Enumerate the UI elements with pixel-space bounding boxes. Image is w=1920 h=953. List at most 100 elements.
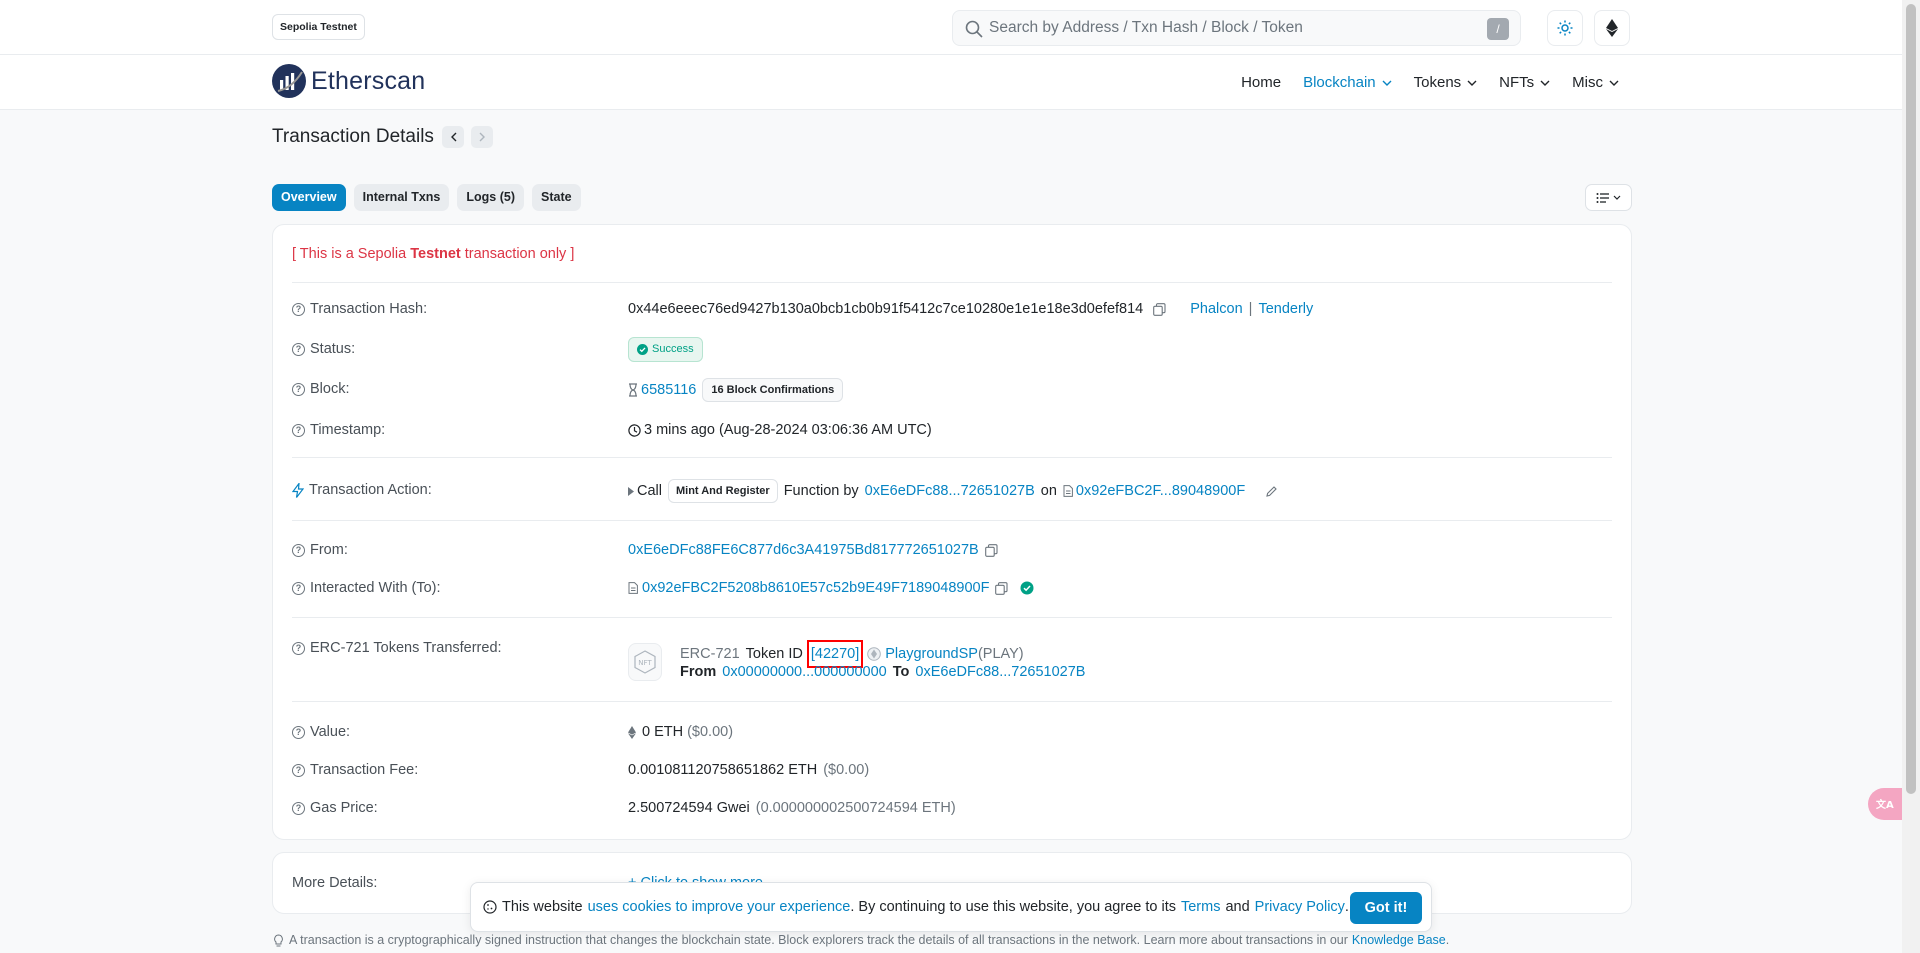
tenderly-link[interactable]: Tenderly — [1258, 301, 1313, 317]
logo-text: Etherscan — [311, 66, 426, 95]
cookie-text: This website uses cookies to improve you… — [483, 899, 1349, 915]
from-address-link[interactable]: 0xE6eDFc88FE6C877d6c3A41975Bd81777265102… — [628, 542, 979, 558]
transfer-to-link[interactable]: 0xE6eDFc88...72651027B — [915, 664, 1085, 680]
search-box[interactable]: / — [952, 10, 1521, 46]
block-link[interactable]: 6585116 — [641, 382, 696, 398]
transfer-from-link[interactable]: 0x00000000...000000000 — [722, 664, 887, 680]
help-icon: ? — [292, 801, 305, 815]
more-details-label: More Details: — [292, 875, 378, 891]
tx-hash-value: 0x44e6eeec76ed9427b130a0bcb1cb0b91f5412c… — [628, 301, 1313, 317]
help-icon: ? — [292, 543, 305, 557]
tab-internal-txns[interactable]: Internal Txns — [353, 184, 450, 211]
nav-item-home[interactable]: Home — [1241, 74, 1281, 91]
nft-transfer-line2: From 0x00000000...000000000 To 0xE6eDFc8… — [680, 664, 1086, 680]
copy-icon[interactable] — [995, 581, 1009, 595]
erc721-label: ? ERC-721 Tokens Transferred: — [292, 640, 502, 656]
ethereum-icon — [1606, 19, 1618, 37]
help-icon: ? — [292, 641, 305, 655]
etherscan-logo[interactable]: Etherscan — [272, 64, 425, 98]
next-transaction-button[interactable] — [471, 126, 493, 148]
confirmations-badge: 16 Block Confirmations — [702, 378, 844, 402]
cookie-policy-link[interactable]: uses cookies to improve your experience — [588, 899, 851, 915]
search-input[interactable] — [989, 11, 1449, 45]
block-label: ? Block: — [292, 381, 350, 397]
chevron-down-icon — [1613, 195, 1621, 200]
tx-hash: 0x44e6eeec76ed9427b130a0bcb1cb0b91f5412c… — [628, 301, 1144, 317]
divider — [292, 701, 1612, 702]
nav-item-nfts[interactable]: NFTs — [1499, 74, 1550, 91]
tab-overview[interactable]: Overview — [272, 184, 346, 211]
contract-file-icon — [628, 582, 638, 594]
svg-text:文A: 文A — [1876, 798, 1894, 811]
nav-item-blockchain[interactable]: Blockchain — [1303, 74, 1392, 91]
check-circle-icon — [637, 344, 648, 355]
gas-price-value: 2.500724594 Gwei (0.000000002500724594 E… — [628, 800, 956, 816]
divider — [292, 617, 1612, 618]
network-switch-button[interactable] — [1594, 10, 1630, 46]
nav-item-misc[interactable]: Misc — [1572, 74, 1619, 91]
knowledge-base-link[interactable]: Knowledge Base — [1352, 933, 1446, 947]
copy-icon[interactable] — [984, 543, 998, 557]
token-name-link[interactable]: PlaygroundSP — [885, 646, 978, 662]
help-icon: ? — [292, 725, 305, 739]
divider — [292, 282, 1612, 283]
terms-link[interactable]: Terms — [1181, 899, 1220, 915]
fee-value: 0.001081120758651862 ETH ($0.00) — [628, 762, 870, 778]
lightning-icon — [292, 482, 304, 498]
value-label: ? Value: — [292, 724, 350, 740]
tab-logs[interactable]: Logs (5) — [457, 184, 524, 211]
chevron-down-icon — [1382, 80, 1392, 86]
method-badge: Mint And Register — [667, 479, 778, 503]
detail-tabs: Overview Internal Txns Logs (5) State — [272, 184, 581, 211]
svg-text:NFT: NFT — [638, 659, 652, 667]
tx-hash-label: ? Transaction Hash: — [292, 301, 427, 317]
chevron-down-icon — [1467, 80, 1477, 86]
gas-price-label: ? Gas Price: — [292, 800, 378, 816]
edit-pencil-icon[interactable] — [1265, 485, 1278, 498]
interacted-with-value: 0x92eFBC2F5208b8610E57c52b9E49F718904890… — [628, 580, 1034, 596]
help-icon: ? — [292, 302, 305, 316]
cookie-accept-button[interactable]: Got it! — [1350, 892, 1422, 924]
copy-icon[interactable] — [1153, 302, 1166, 316]
list-settings-icon — [1596, 192, 1609, 203]
help-icon: ? — [292, 581, 305, 595]
translate-widget-button[interactable]: 文A — [1868, 788, 1902, 820]
translate-icon: 文A — [1876, 798, 1894, 811]
cookie-icon — [483, 900, 497, 914]
cookie-banner: This website uses cookies to improve you… — [470, 882, 1432, 932]
nav-item-tokens[interactable]: Tokens — [1414, 74, 1478, 91]
help-icon: ? — [292, 763, 305, 777]
previous-transaction-button[interactable] — [442, 126, 464, 148]
nft-thumbnail[interactable]: NFT — [628, 643, 662, 681]
caret-right-icon[interactable] — [628, 486, 634, 496]
privacy-policy-link[interactable]: Privacy Policy — [1255, 899, 1345, 915]
verified-check-icon — [1020, 581, 1034, 595]
from-label: ? From: — [292, 542, 348, 558]
view-options-button[interactable] — [1585, 184, 1632, 211]
page-scrollbar[interactable] — [1902, 0, 1920, 953]
theme-toggle-button[interactable] — [1547, 10, 1583, 46]
token-logo-icon — [867, 647, 882, 661]
top-bar: Sepolia Testnet / — [0, 0, 1902, 55]
scrollbar-thumb[interactable] — [1906, 4, 1916, 794]
search-shortcut-key: / — [1487, 18, 1509, 40]
chevron-down-icon — [1609, 80, 1619, 86]
chevron-right-icon — [479, 132, 485, 142]
help-icon: ? — [292, 342, 305, 356]
ethereum-icon — [628, 725, 636, 739]
to-address-link[interactable]: 0x92eFBC2F5208b8610E57c52b9E49F718904890… — [642, 580, 989, 596]
main-navbar: Etherscan Home Blockchain Tokens NFTs Mi… — [0, 55, 1902, 110]
page-title: Transaction Details — [272, 126, 434, 147]
footer-note: A transaction is a cryptographically sig… — [272, 933, 1449, 947]
fee-label: ? Transaction Fee: — [292, 762, 418, 778]
network-badge[interactable]: Sepolia Testnet — [272, 14, 365, 40]
tab-state[interactable]: State — [532, 184, 581, 211]
phalcon-link[interactable]: Phalcon — [1190, 301, 1242, 317]
chevron-left-icon — [450, 132, 456, 142]
contract-file-icon — [1063, 485, 1073, 497]
action-contract-link[interactable]: 0x92eFBC2F...89048900F — [1076, 483, 1245, 499]
action-from-link[interactable]: 0xE6eDFc88...72651027B — [865, 483, 1035, 499]
from-value: 0xE6eDFc88FE6C877d6c3A41975Bd81777265102… — [628, 542, 998, 558]
block-value: 6585116 16 Block Confirmations — [628, 378, 844, 402]
lightbulb-icon — [274, 933, 283, 946]
